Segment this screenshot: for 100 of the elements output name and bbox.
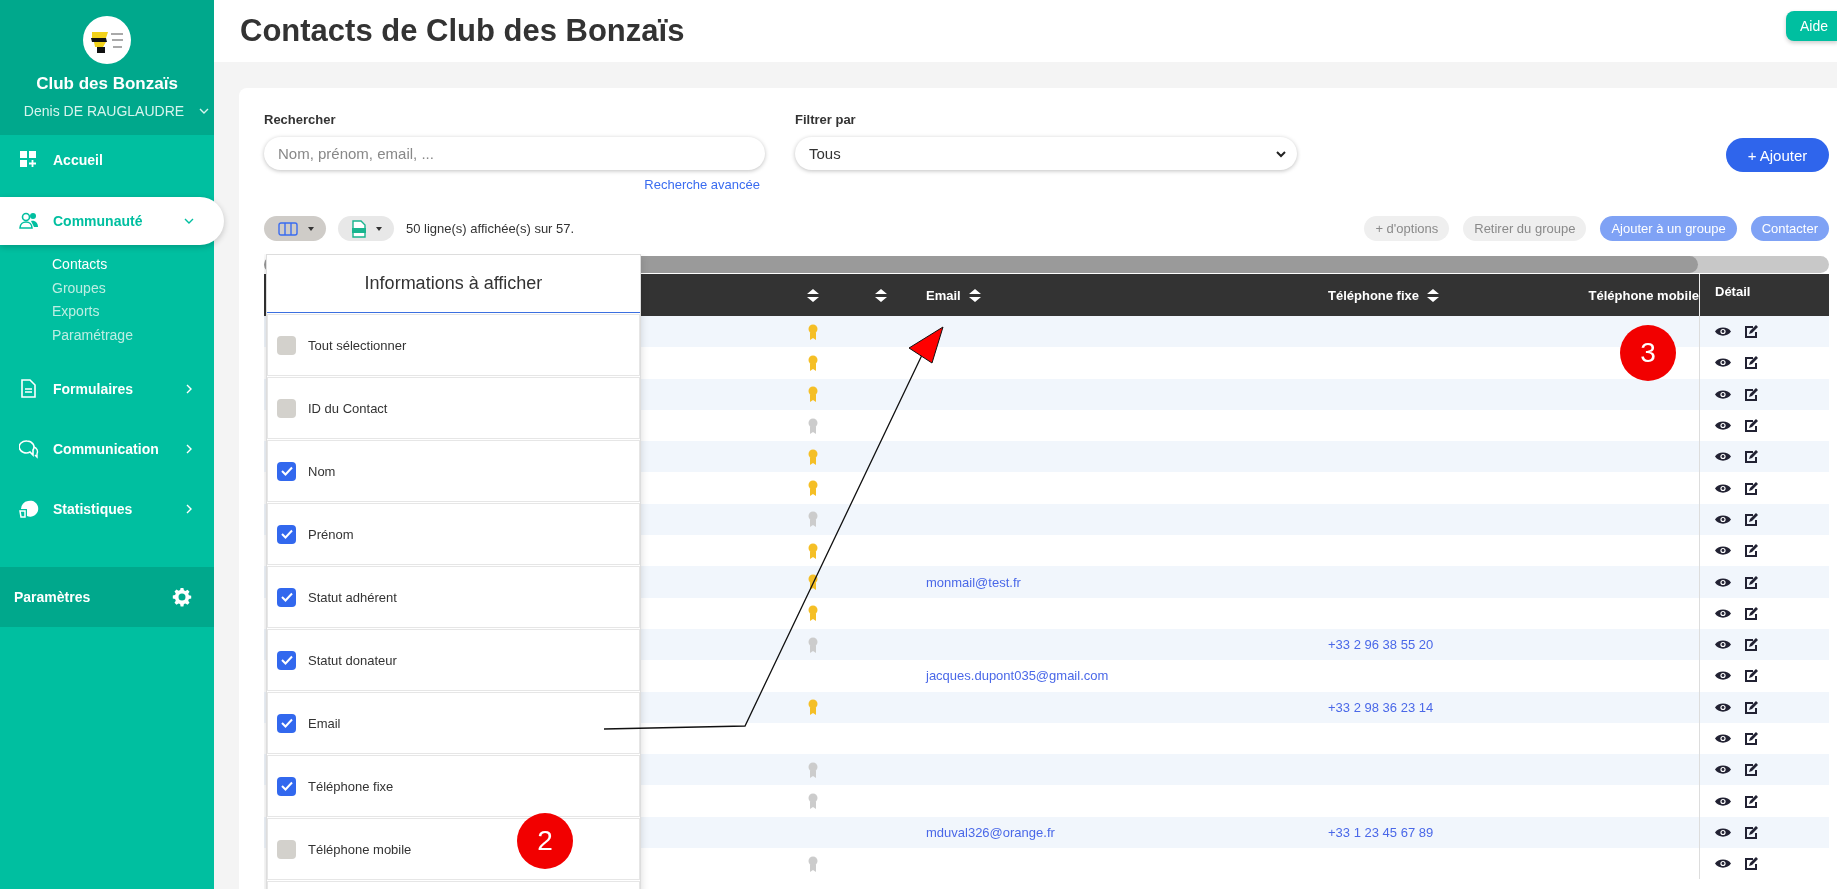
option-label[interactable]: Statut adhérent — [308, 589, 397, 605]
email-link[interactable]: monmail@test.fr — [926, 574, 1021, 590]
caret-icon — [308, 226, 314, 231]
sort-icon[interactable] — [967, 287, 982, 303]
spreadsheet-icon — [352, 219, 366, 238]
option-label[interactable]: Téléphone mobile — [308, 841, 412, 857]
edit-icon[interactable] — [1744, 386, 1759, 402]
view-icon[interactable] — [1715, 513, 1731, 525]
advanced-search-link[interactable]: Recherche avancée — [644, 177, 760, 192]
action-button[interactable]: Ajouter à un groupe — [1600, 216, 1737, 241]
view-icon[interactable] — [1715, 701, 1731, 713]
view-icon[interactable] — [1715, 576, 1731, 588]
view-icon[interactable] — [1715, 607, 1731, 619]
checkbox[interactable] — [277, 650, 296, 670]
edit-icon[interactable] — [1744, 418, 1759, 434]
column-header[interactable]: Téléphone mobile — [1588, 287, 1699, 303]
filter-select[interactable]: Tous — [795, 137, 1297, 170]
edit-icon[interactable] — [1744, 699, 1759, 715]
view-icon[interactable] — [1715, 670, 1731, 682]
view-icon[interactable] — [1715, 545, 1731, 557]
sort-icon[interactable] — [1426, 287, 1441, 303]
sort-icon[interactable] — [805, 287, 820, 303]
action-button[interactable]: Contacter — [1750, 216, 1829, 241]
pie-chart-icon — [19, 499, 39, 519]
email-link[interactable]: mduval326@orange.fr — [926, 824, 1055, 840]
column-header[interactable]: Email — [926, 287, 961, 303]
phone-link[interactable]: +33 2 98 36 23 14 — [1328, 699, 1434, 715]
email-link[interactable]: jacques.dupont035@gmail.com — [926, 668, 1109, 684]
phone-link[interactable]: +33 2 96 38 55 20 — [1328, 637, 1434, 653]
field-label: Filtrer par — [795, 112, 856, 127]
view-icon[interactable] — [1715, 858, 1731, 870]
search-field[interactable]: Nom, prénom, email, ... — [264, 137, 765, 170]
edit-icon[interactable] — [1744, 762, 1759, 778]
option-label[interactable]: Tout sélectionner — [308, 337, 407, 353]
nav-subitem[interactable]: Contacts — [52, 253, 108, 277]
option-label[interactable]: Nom — [308, 463, 336, 479]
edit-icon[interactable] — [1744, 324, 1759, 340]
edit-icon[interactable] — [1744, 511, 1759, 527]
checkbox[interactable] — [277, 461, 296, 481]
sort-icon[interactable] — [873, 287, 888, 303]
view-icon[interactable] — [1715, 795, 1731, 807]
view-icon[interactable] — [1715, 482, 1731, 494]
option-label[interactable]: Téléphone fixe — [308, 778, 394, 794]
option-label[interactable]: Prénom — [308, 526, 354, 542]
settings-label[interactable]: Paramètres — [14, 589, 91, 605]
nav-item[interactable]: Communauté — [0, 197, 224, 245]
edit-icon[interactable] — [1744, 793, 1759, 809]
edit-icon[interactable] — [1744, 355, 1759, 371]
check-icon — [280, 592, 293, 602]
edit-icon[interactable] — [1744, 824, 1759, 840]
nav-item[interactable]: Communication — [0, 419, 214, 479]
view-icon[interactable] — [1715, 388, 1731, 400]
columns-button[interactable] — [264, 216, 326, 241]
column-header[interactable]: Détail — [1715, 284, 1751, 299]
check-icon — [280, 718, 293, 728]
edit-icon[interactable] — [1744, 668, 1759, 684]
view-icon[interactable] — [1715, 326, 1731, 338]
checkbox[interactable] — [277, 524, 296, 544]
column-header[interactable]: Téléphone fixe — [1328, 287, 1420, 303]
view-icon[interactable] — [1715, 357, 1731, 369]
settings-bar[interactable]: Paramètres — [0, 567, 214, 627]
view-icon[interactable] — [1715, 733, 1731, 744]
export-button[interactable] — [338, 216, 394, 241]
checkbox[interactable] — [277, 335, 296, 355]
checkbox[interactable] — [277, 713, 296, 733]
phone-link[interactable]: +33 1 23 45 67 89 — [1328, 824, 1434, 840]
edit-icon[interactable] — [1744, 449, 1759, 465]
checkbox[interactable] — [277, 398, 296, 418]
view-icon[interactable] — [1715, 826, 1731, 838]
edit-icon[interactable] — [1744, 637, 1759, 653]
view-icon[interactable] — [1715, 420, 1731, 432]
view-icon[interactable] — [1715, 451, 1731, 463]
view-icon[interactable] — [1715, 764, 1731, 776]
edit-icon[interactable] — [1744, 605, 1759, 621]
people-icon — [19, 211, 39, 231]
help-button[interactable]: Aide — [1785, 11, 1837, 41]
option-label[interactable]: Statut donateur — [308, 652, 397, 668]
page-title: Contacts de Club des Bonzaïs — [240, 13, 685, 49]
edit-icon[interactable] — [1744, 543, 1759, 559]
option-label[interactable]: Email — [308, 715, 341, 731]
document-icon — [19, 379, 39, 399]
dashboard-icon — [19, 150, 39, 170]
checkbox[interactable] — [277, 587, 296, 607]
checkbox[interactable] — [277, 776, 296, 796]
chat-icon — [19, 439, 39, 459]
edit-icon[interactable] — [1744, 480, 1759, 496]
add-button[interactable]: + Ajouter — [1726, 138, 1829, 172]
settings-icon[interactable] — [172, 587, 192, 607]
nav-item[interactable]: Accueil — [0, 135, 214, 185]
view-icon[interactable] — [1715, 639, 1731, 651]
option-label[interactable]: ID du Contact — [308, 400, 388, 416]
nav-item[interactable]: Formulaires — [0, 359, 214, 419]
columns-icon — [278, 221, 298, 236]
check-icon — [280, 781, 293, 791]
edit-icon[interactable] — [1744, 731, 1759, 746]
edit-icon[interactable] — [1744, 856, 1759, 872]
user-name[interactable]: Denis DE RAUGLAUDRE — [23, 103, 185, 119]
checkbox[interactable] — [277, 839, 296, 859]
nav-item[interactable]: Statistiques — [0, 479, 214, 539]
edit-icon[interactable] — [1744, 574, 1759, 590]
